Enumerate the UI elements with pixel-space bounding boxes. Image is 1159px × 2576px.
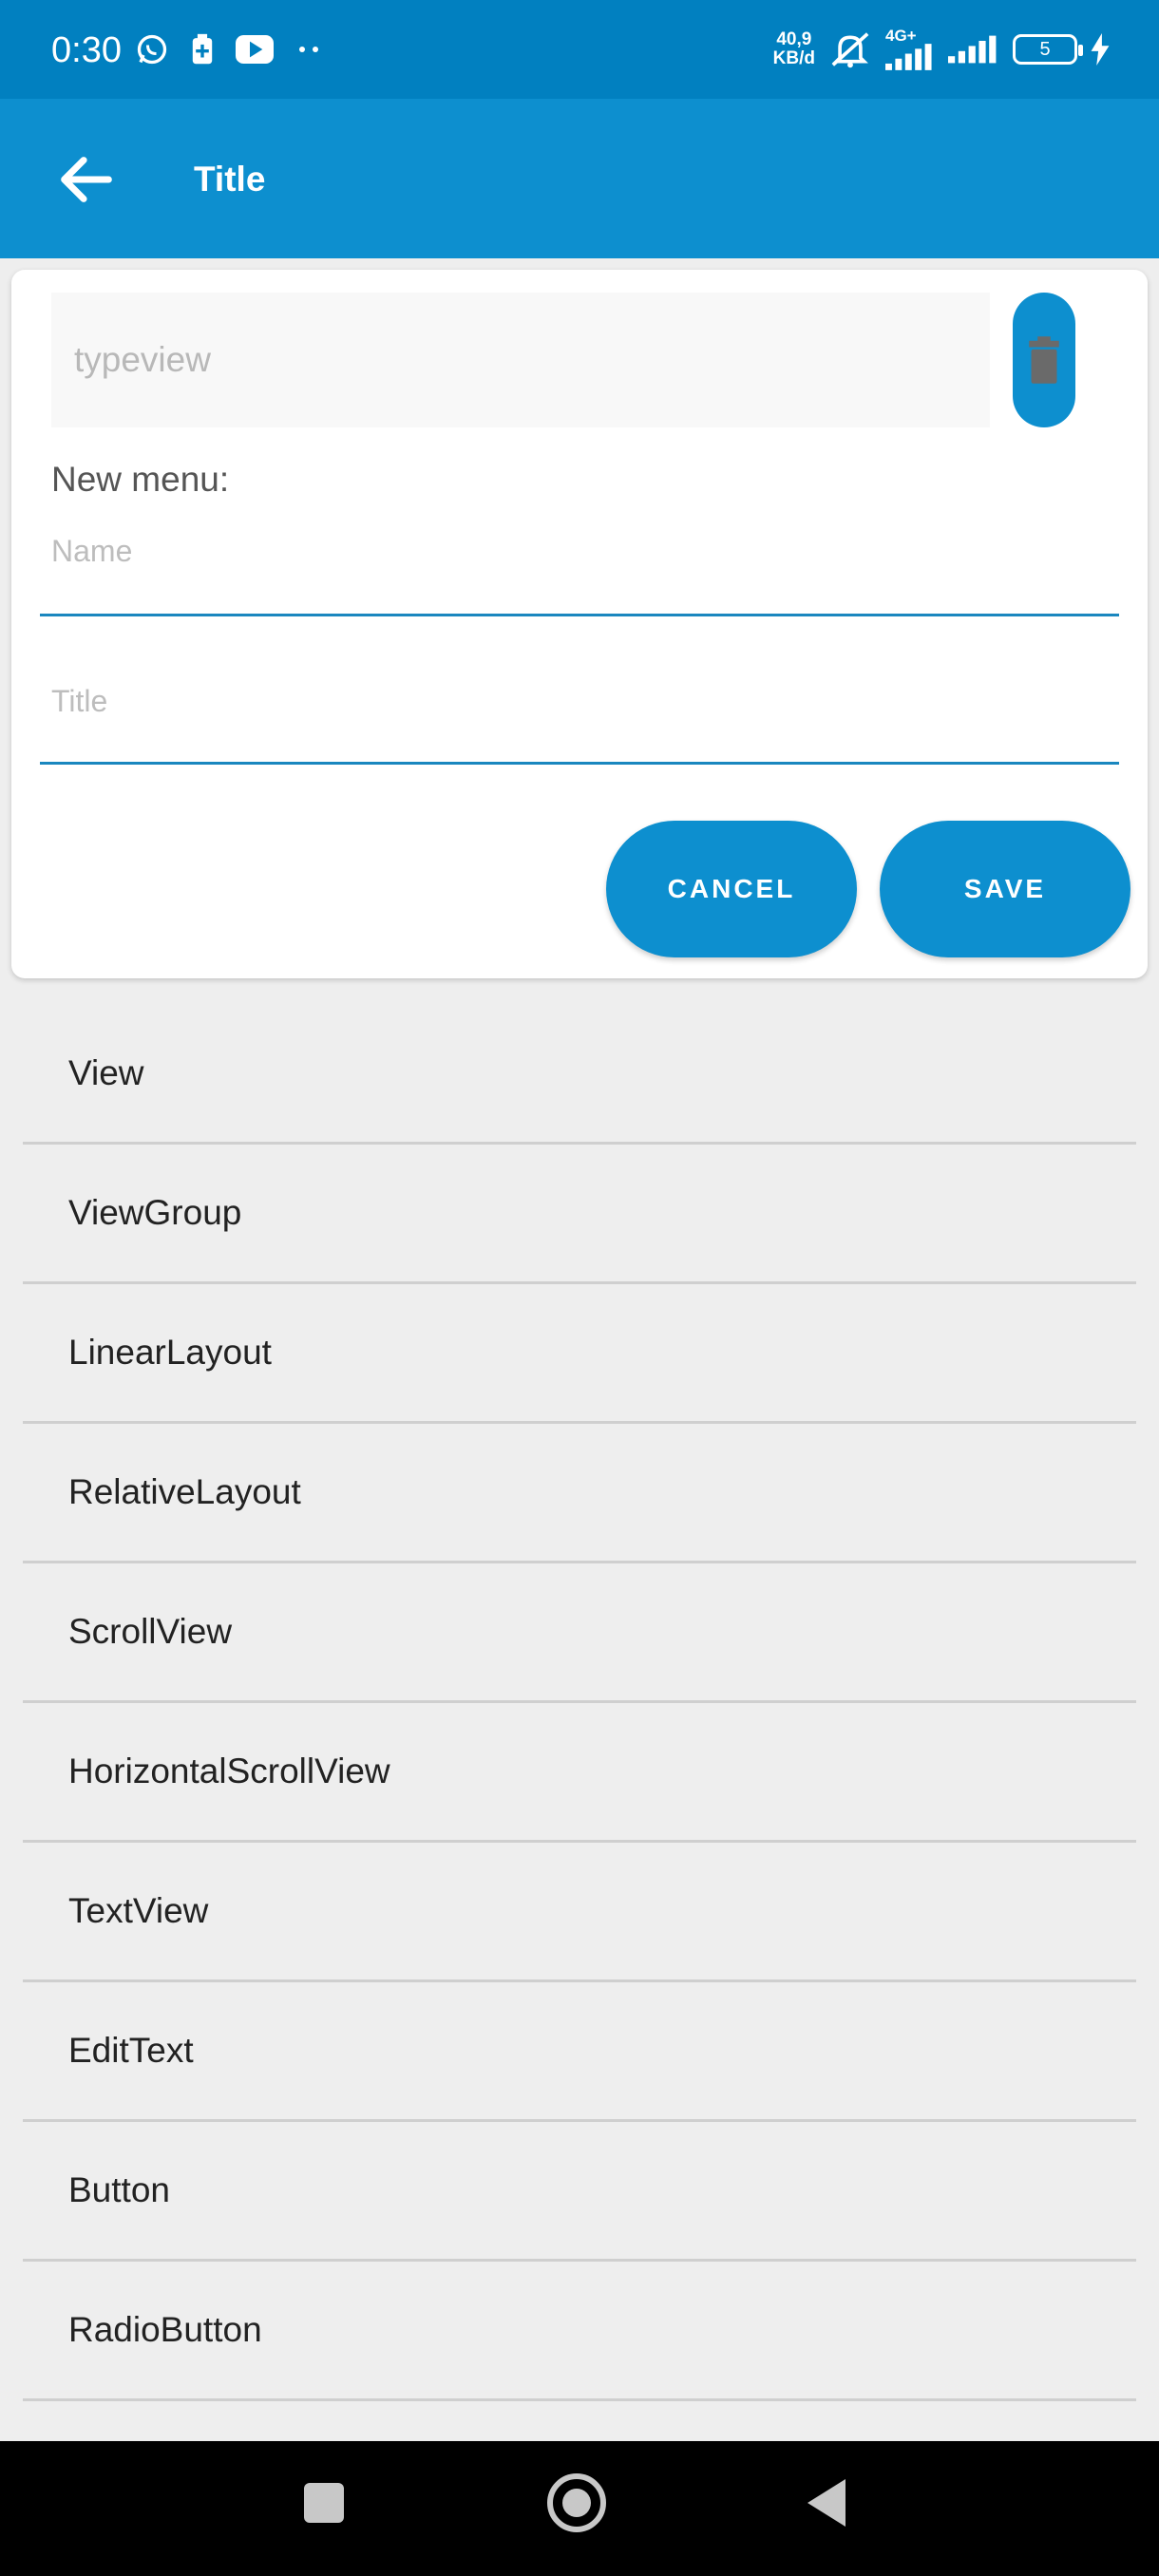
youtube-icon xyxy=(236,35,274,64)
list-item[interactable]: RadioButton xyxy=(23,2262,1136,2401)
name-underline xyxy=(40,614,1119,616)
signal-icon xyxy=(885,44,932,70)
cancel-button[interactable]: CANCEL xyxy=(606,821,857,957)
charging-icon xyxy=(1091,33,1110,66)
status-notification-icons xyxy=(135,32,323,66)
home-button[interactable] xyxy=(547,2473,606,2532)
save-button[interactable]: SAVE xyxy=(880,821,1130,957)
signal-icon-2 xyxy=(948,35,997,64)
more-dots-icon xyxy=(299,47,318,52)
battery-indicator: 5 xyxy=(1013,34,1083,65)
trash-icon xyxy=(1029,336,1059,384)
list-item[interactable]: TextView xyxy=(23,1843,1136,1982)
list-item[interactable]: ViewGroup xyxy=(23,1145,1136,1284)
whatsapp-icon xyxy=(137,34,167,65)
list-item[interactable]: Button xyxy=(23,2122,1136,2262)
status-bar: 0:30 40,9 KB/d 4G+ 5 xyxy=(0,0,1159,99)
app-bar: Title xyxy=(0,99,1159,258)
menu-list: View ViewGroup LinearLayout RelativeLayo… xyxy=(23,1005,1136,2401)
list-item[interactable]: RelativeLayout xyxy=(23,1424,1136,1563)
mute-icon xyxy=(831,32,869,68)
list-item[interactable]: ScrollView xyxy=(23,1563,1136,1703)
list-item[interactable]: EditText xyxy=(23,1982,1136,2122)
page-title: Title xyxy=(194,160,266,199)
list-item[interactable]: LinearLayout xyxy=(23,1284,1136,1424)
title-field[interactable]: Title xyxy=(40,671,1119,769)
name-placeholder: Name xyxy=(51,534,133,568)
new-menu-label: New menu: xyxy=(51,460,230,499)
title-underline xyxy=(40,762,1119,765)
status-system-icons: 40,9 KB/d 4G+ 5 xyxy=(773,28,1110,70)
back-button[interactable] xyxy=(53,146,120,213)
net-speed: 40,9 KB/d xyxy=(772,29,815,68)
arrow-back-icon xyxy=(61,157,112,202)
recents-button[interactable] xyxy=(304,2483,344,2523)
title-placeholder: Title xyxy=(51,684,108,718)
name-field[interactable]: Name xyxy=(40,521,1119,619)
nav-back-button[interactable] xyxy=(808,2479,846,2527)
type-view-input[interactable]: typeview xyxy=(51,293,990,427)
battery-saver-icon xyxy=(192,33,213,65)
status-time: 0:30 xyxy=(51,30,122,70)
list-item[interactable]: HorizontalScrollView xyxy=(23,1703,1136,1843)
delete-button[interactable] xyxy=(1013,293,1075,427)
new-menu-card: typeview New menu: Name Title CANCEL SAV… xyxy=(11,270,1148,978)
network-signal-1: 4G+ xyxy=(885,28,935,70)
list-item[interactable]: View xyxy=(23,1005,1136,1145)
system-nav-bar xyxy=(0,2441,1159,2576)
